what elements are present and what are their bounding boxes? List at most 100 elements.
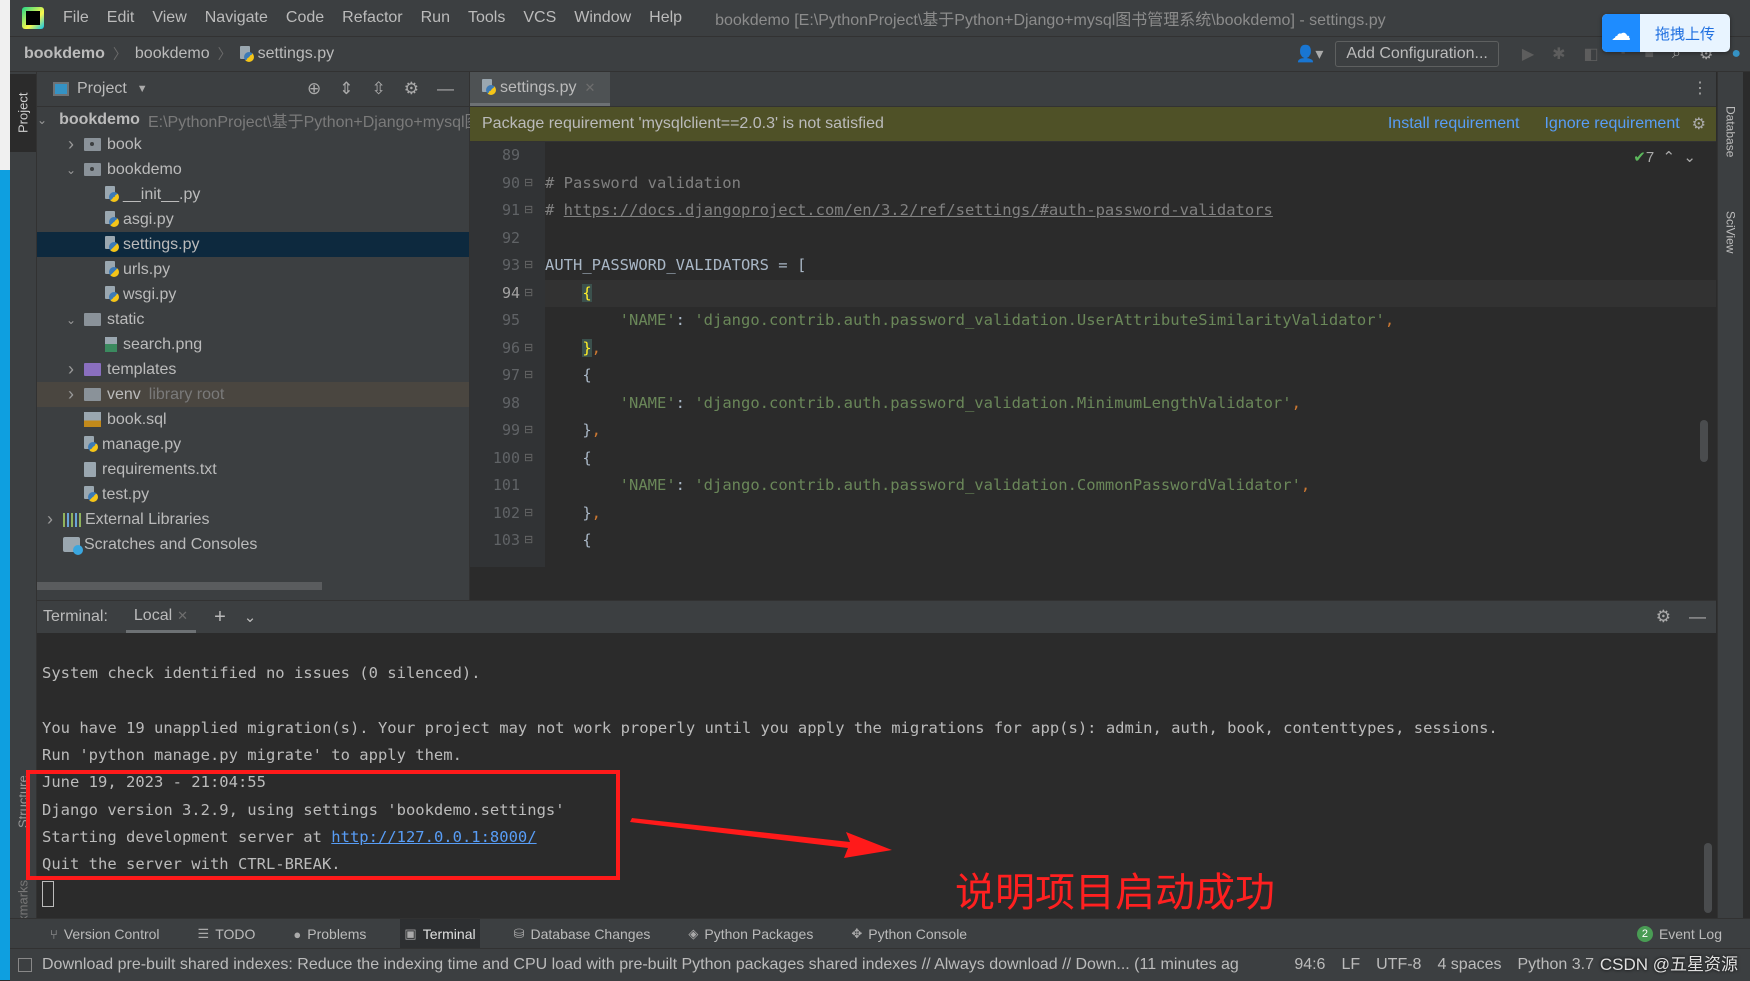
gear-icon[interactable]: ⚙ (1692, 114, 1706, 134)
tree-item[interactable]: ⌄ bookdemo E:\PythonProject\基于Python+Djang… (37, 107, 640, 132)
terminal-scrollbar[interactable] (1704, 843, 1712, 913)
menu-tools[interactable]: Tools (459, 9, 514, 27)
tool-window-problems[interactable]: ● Problems (289, 919, 370, 949)
tree-item[interactable]: book.sql (37, 407, 469, 432)
line-separator[interactable]: LF (1341, 956, 1360, 974)
chevron-down-icon[interactable]: ⌄ (64, 313, 78, 327)
new-terminal-icon[interactable]: + (214, 606, 226, 629)
menu-run[interactable]: Run (412, 9, 459, 27)
hide-icon[interactable]: — (1689, 607, 1706, 627)
project-view-selector[interactable]: Project (77, 80, 127, 98)
tree-item[interactable]: wsgi.py (37, 282, 469, 307)
terminal-tab-local[interactable]: Local ✕ (125, 601, 197, 633)
code-editor[interactable]: ✔7 ⌃ ⌄ # Password validation # https://do… (545, 142, 1716, 567)
hide-icon[interactable]: — (437, 79, 454, 99)
tool-window-python-console[interactable]: ✥ Python Console (847, 919, 971, 949)
gear-icon[interactable]: ⚙ (1656, 607, 1671, 627)
locate-file-icon[interactable]: ⊕ (307, 79, 321, 99)
ignore-requirement-link[interactable]: Ignore requirement (1544, 115, 1679, 133)
tool-tab-database[interactable]: Database (1718, 82, 1743, 182)
fold-marker-icon[interactable]: ⊟ (524, 417, 534, 445)
file-encoding[interactable]: UTF-8 (1376, 956, 1421, 974)
tool-window-database-changes[interactable]: ⛁ Database Changes (510, 919, 655, 949)
menu-vcs[interactable]: VCS (514, 9, 565, 27)
menu-edit[interactable]: Edit (98, 9, 144, 27)
event-log-button[interactable]: 2 Event Log (1636, 926, 1722, 942)
breadcrumb-project[interactable]: bookdemo (24, 45, 105, 63)
menu-help[interactable]: Help (640, 9, 691, 27)
status-bar: Download pre-built shared indexes: Reduc… (10, 948, 1750, 981)
horizontal-scrollbar[interactable] (37, 582, 322, 590)
chevron-right-icon[interactable]: › (64, 359, 78, 380)
debug-icon[interactable]: ✱ (1552, 44, 1565, 64)
fold-marker-icon[interactable]: ⊟ (524, 445, 534, 473)
tool-tab-sciview[interactable]: SciView (1718, 192, 1743, 272)
update-icon[interactable]: ● (1731, 45, 1741, 63)
add-configuration-button[interactable]: Add Configuration... (1335, 41, 1499, 67)
tree-item[interactable]: › templates (37, 357, 469, 382)
chevron-right-icon[interactable]: › (64, 134, 78, 155)
close-icon[interactable]: ✕ (177, 608, 188, 624)
install-requirement-link[interactable]: Install requirement (1388, 115, 1520, 133)
fold-marker-icon[interactable]: ⊟ (524, 500, 534, 528)
tool-window-terminal[interactable]: ▣ Terminal (400, 919, 480, 949)
editor-scrollbar[interactable] (1700, 420, 1708, 462)
tool-window-python-packages[interactable]: ◈ Python Packages (684, 919, 817, 949)
fold-marker-icon[interactable]: ⊟ (524, 362, 534, 390)
tree-item[interactable]: ⌄ bookdemo (37, 157, 469, 182)
coverage-icon[interactable]: ◧ (1584, 44, 1599, 64)
tree-item[interactable]: Scratches and Consoles (37, 532, 469, 557)
tool-window-version-control[interactable]: ⑂ Version Control (46, 919, 164, 949)
menu-navigate[interactable]: Navigate (196, 9, 277, 27)
fold-marker-icon[interactable]: ⊟ (524, 197, 534, 225)
menu-view[interactable]: View (143, 9, 195, 27)
tool-tab-project[interactable]: Project (10, 74, 36, 152)
tree-item[interactable]: › External Libraries (37, 507, 469, 532)
status-message[interactable]: Download pre-built shared indexes: Reduc… (42, 956, 1282, 974)
tree-item[interactable]: asgi.py (37, 207, 469, 232)
python-interpreter[interactable]: Python 3.7 (1518, 956, 1595, 974)
breadcrumb-file[interactable]: settings.py (258, 45, 334, 63)
tree-item-label: book (107, 135, 142, 153)
chevron-down-icon[interactable]: ▼ (137, 83, 148, 95)
menu-code[interactable]: Code (277, 9, 333, 27)
tab-settings-py[interactable]: settings.py ✕ (470, 72, 610, 106)
gear-icon[interactable]: ⚙ (404, 79, 419, 99)
indent-setting[interactable]: 4 spaces (1437, 956, 1501, 974)
docs-link[interactable]: https://docs.djangoproject.com/en/3.2/re… (564, 201, 1273, 219)
close-icon[interactable]: ✕ (584, 80, 595, 96)
chevron-right-icon[interactable]: › (64, 384, 78, 405)
menu-refactor[interactable]: Refactor (333, 9, 411, 27)
tree-item[interactable]: urls.py (37, 257, 469, 282)
tree-item[interactable]: search.png (37, 332, 469, 357)
fold-marker-icon[interactable]: ⊟ (524, 527, 534, 555)
menu-window[interactable]: Window (565, 9, 640, 27)
fold-marker-icon[interactable]: ⊟ (524, 335, 534, 363)
upload-widget[interactable]: ☁ 拖拽上传 (1602, 14, 1730, 52)
fold-marker-icon[interactable]: ⊟ (524, 280, 534, 308)
tree-item[interactable]: settings.py (37, 232, 469, 257)
collapse-all-icon[interactable]: ⇳ (372, 79, 386, 99)
run-icon[interactable]: ▶ (1522, 44, 1534, 64)
tree-item[interactable]: test.py (37, 482, 469, 507)
expand-all-icon[interactable]: ⇕ (339, 79, 353, 99)
account-dropdown-icon[interactable]: 👤▾ (1295, 44, 1323, 64)
tool-window-todo[interactable]: ☰ TODO (194, 919, 260, 949)
tree-item[interactable]: __init__.py (37, 182, 469, 207)
fold-marker-icon[interactable]: ⊟ (524, 252, 534, 280)
chevron-down-icon[interactable]: ⌄ (37, 113, 47, 127)
chevron-right-icon[interactable]: › (43, 509, 57, 530)
status-toggle-icon[interactable] (18, 958, 32, 972)
tree-item[interactable]: manage.py (37, 432, 469, 457)
tree-item[interactable]: › book (37, 132, 469, 157)
more-options-icon[interactable]: ⋮ (1692, 78, 1708, 98)
tree-item[interactable]: › venv library root (37, 382, 469, 407)
chevron-down-icon[interactable]: ⌄ (64, 163, 78, 177)
chevron-down-icon[interactable]: ⌄ (244, 608, 257, 626)
caret-position[interactable]: 94:6 (1294, 956, 1325, 974)
tree-item[interactable]: ⌄ static (37, 307, 469, 332)
fold-marker-icon[interactable]: ⊟ (524, 170, 534, 198)
breadcrumb-package[interactable]: bookdemo (135, 45, 210, 63)
tree-item[interactable]: requirements.txt (37, 457, 469, 482)
menu-file[interactable]: File (54, 9, 98, 27)
